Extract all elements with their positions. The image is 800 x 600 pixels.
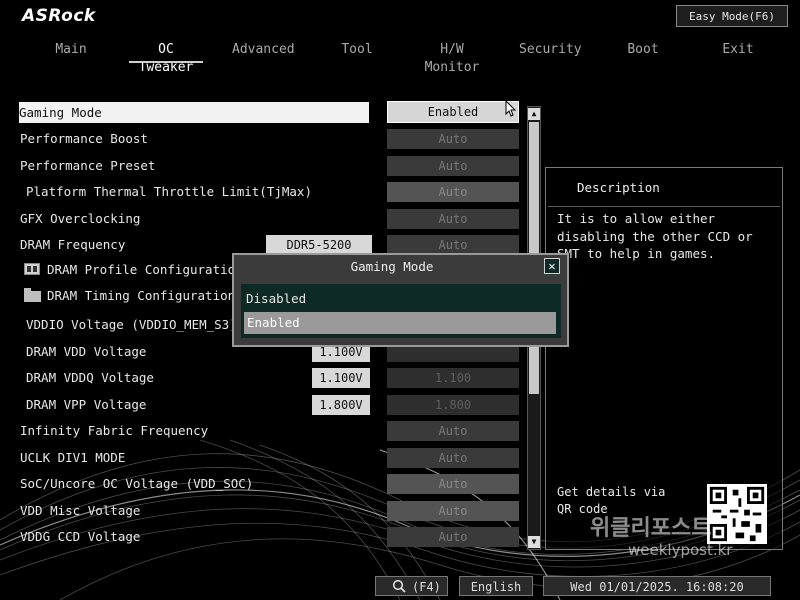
- thermal-throttle-value[interactable]: Auto: [387, 182, 519, 202]
- dram-vpp-current: 1.800V: [312, 395, 370, 415]
- scroll-up-arrow-icon[interactable]: ▲: [528, 108, 540, 120]
- tab-advanced[interactable]: Advanced: [232, 41, 295, 61]
- dialog-title: Gaming Mode: [350, 259, 434, 274]
- brand-logo: ASRock: [22, 6, 96, 26]
- memory-module-icon: [24, 263, 40, 275]
- setting-dram-vpp-voltage[interactable]: DRAM VPP Voltage: [26, 395, 146, 415]
- search-button[interactable]: (F4): [375, 576, 448, 596]
- gfx-overclocking-value[interactable]: Auto: [387, 209, 519, 229]
- tab-main[interactable]: Main: [52, 41, 90, 61]
- dram-vddq-value[interactable]: 1.100: [387, 368, 519, 388]
- setting-vdd-misc-voltage[interactable]: VDD Misc Voltage: [20, 501, 140, 521]
- setting-uclk-div1-mode[interactable]: UCLK DIV1 MODE: [20, 448, 125, 468]
- dram-vddq-current: 1.100V: [312, 368, 370, 388]
- gaming-mode-value[interactable]: Enabled: [387, 101, 519, 123]
- description-title: Description: [577, 180, 660, 195]
- watermark-title: 위클리포스트: [590, 516, 712, 541]
- tab-security[interactable]: Security: [519, 41, 582, 61]
- qr-code-icon: [707, 484, 767, 544]
- setting-gaming-mode[interactable]: Gaming Mode: [19, 102, 369, 123]
- setting-vddio-voltage[interactable]: VDDIO Voltage (VDDIO_MEM_S3): [26, 315, 237, 335]
- setting-dram-vdd-voltage[interactable]: DRAM VDD Voltage: [26, 342, 146, 362]
- setting-gfx-overclocking[interactable]: GFX Overclocking: [20, 209, 140, 229]
- tab-exit[interactable]: Exit: [721, 41, 755, 61]
- option-enabled[interactable]: Enabled: [244, 312, 556, 334]
- folder-icon: [24, 288, 41, 302]
- uclk-div1-value[interactable]: Auto: [387, 448, 519, 468]
- setting-dram-frequency[interactable]: DRAM Frequency: [20, 235, 125, 255]
- language-button[interactable]: English: [459, 576, 533, 596]
- setting-infinity-fabric-frequency[interactable]: Infinity Fabric Frequency: [20, 421, 208, 441]
- watermark-url: weeklypost.kr: [628, 541, 733, 559]
- setting-dram-vddq-voltage[interactable]: DRAM VDDQ Voltage: [26, 368, 154, 388]
- option-disabled[interactable]: Disabled: [246, 288, 306, 310]
- performance-boost-value[interactable]: Auto: [387, 129, 519, 149]
- setting-soc-uncore-oc-voltage[interactable]: SoC/Uncore OC Voltage (VDD_SOC): [20, 474, 253, 494]
- vdd-misc-value[interactable]: Auto: [387, 501, 519, 521]
- tab-hw-monitor[interactable]: H/W Monitor: [414, 41, 490, 75]
- dram-vpp-value[interactable]: 1.800: [387, 395, 519, 415]
- setting-vddg-ccd-voltage[interactable]: VDDG CCD Voltage: [20, 527, 140, 547]
- submenu-dram-timing-configuration[interactable]: DRAM Timing Configuration: [47, 286, 235, 306]
- dram-frequency-value[interactable]: Auto: [387, 235, 519, 255]
- infinity-fabric-value[interactable]: Auto: [387, 421, 519, 441]
- setting-performance-preset[interactable]: Performance Preset: [20, 156, 155, 176]
- easy-mode-button[interactable]: Easy Mode(F6): [676, 5, 788, 27]
- tab-tool[interactable]: Tool: [340, 41, 374, 61]
- description-divider: [548, 206, 780, 207]
- dram-frequency-current: DDR5-5200: [266, 235, 372, 255]
- mouse-cursor-icon: [505, 100, 517, 117]
- submenu-dram-profile-configuration[interactable]: DRAM Profile Configuration: [47, 260, 243, 280]
- search-icon: [392, 579, 406, 593]
- vddg-ccd-value[interactable]: Auto: [387, 527, 519, 547]
- setting-thermal-throttle-limit[interactable]: Platform Thermal Throttle Limit(TjMax): [26, 182, 312, 202]
- tab-oc-tweaker[interactable]: OC Tweaker: [129, 41, 203, 75]
- scroll-down-arrow-icon[interactable]: ▼: [528, 536, 540, 548]
- datetime-display: Wed 01/01/2025. 16:08:20: [543, 576, 771, 596]
- search-shortcut: (F4): [412, 580, 441, 594]
- performance-preset-value[interactable]: Auto: [387, 156, 519, 176]
- soc-voltage-value[interactable]: Auto: [387, 474, 519, 494]
- setting-performance-boost[interactable]: Performance Boost: [20, 129, 148, 149]
- tab-boot[interactable]: Boot: [626, 41, 660, 61]
- description-text: It is to allow either disabling the othe…: [557, 211, 753, 261]
- close-icon[interactable]: ✕: [544, 258, 560, 274]
